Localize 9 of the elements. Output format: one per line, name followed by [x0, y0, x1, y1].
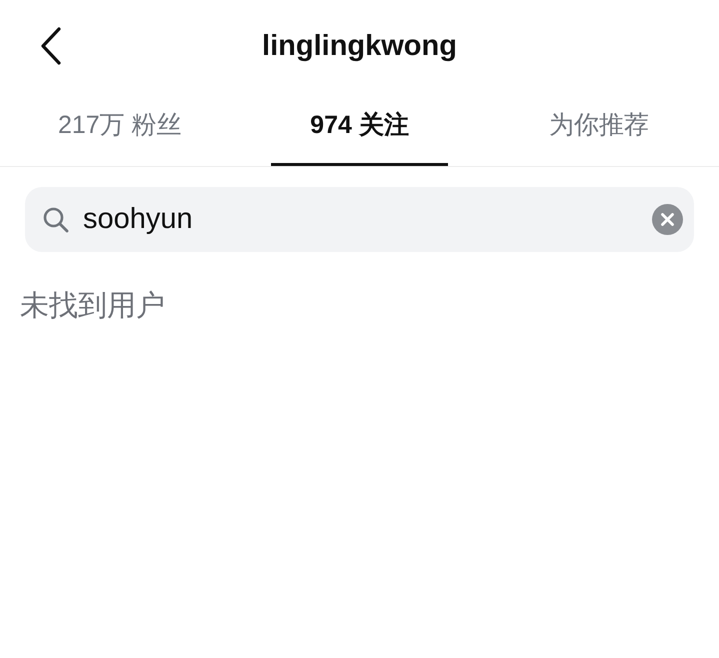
search-field[interactable]: soohyun: [83, 203, 638, 236]
tab[interactable]: 217万 粉丝: [0, 92, 240, 166]
search-bar[interactable]: soohyun: [25, 187, 694, 252]
page-title: linglingkwong: [262, 30, 457, 62]
tab[interactable]: 974 关注: [240, 92, 480, 166]
clear-button[interactable]: [652, 204, 683, 235]
tab[interactable]: 为你推荐: [479, 92, 719, 166]
no-results-message: 未找到用户: [20, 289, 165, 324]
search-icon: [43, 206, 69, 232]
